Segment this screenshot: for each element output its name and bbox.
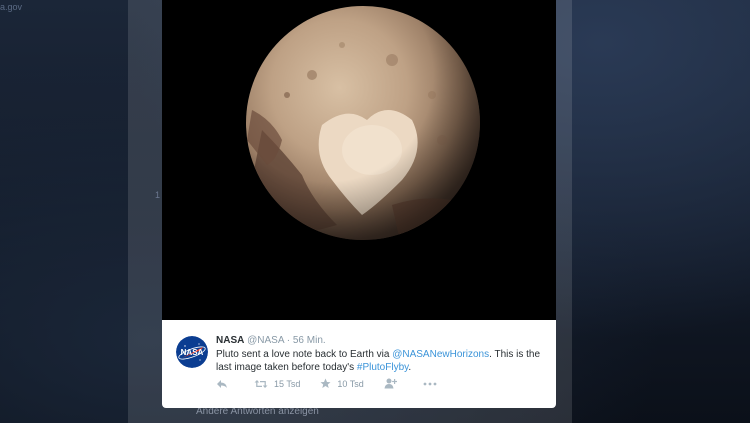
tweet-header: NASA @NASA · 56 Min. — [216, 334, 546, 347]
more-icon — [423, 382, 437, 385]
follow-button[interactable] — [384, 378, 403, 389]
author-handle[interactable]: @NASA — [247, 335, 284, 346]
tweet-media-modal: NASA NASA @NASA · 56 Min. Pluto sent a l… — [162, 0, 556, 408]
reply-icon — [217, 379, 227, 388]
retweet-count: 15 Tsd — [274, 378, 301, 389]
retweet-icon — [254, 379, 268, 388]
author-name[interactable]: NASA — [216, 335, 244, 346]
tweet-actions: 15 Tsd 10 Tsd — [216, 378, 463, 389]
retweet-button[interactable]: 15 Tsd — [254, 379, 300, 389]
favorite-count: 10 Tsd — [337, 378, 364, 389]
hashtag-link[interactable]: #PlutoFlyby — [357, 362, 409, 373]
mention-link[interactable]: @NASANewHorizons — [392, 349, 489, 360]
tweet: NASA NASA @NASA · 56 Min. Pluto sent a l… — [162, 320, 556, 408]
tweet-text-part: Pluto sent a love note back to Earth via — [216, 349, 393, 360]
tweet-content: NASA @NASA · 56 Min. Pluto sent a love n… — [216, 334, 546, 374]
favorite-button[interactable]: 10 Tsd — [320, 378, 364, 389]
meta-separator: · — [286, 335, 291, 346]
more-button[interactable] — [423, 382, 443, 386]
star-icon — [320, 378, 331, 388]
pluto-image — [162, 0, 556, 320]
background-url-text: a.gov — [0, 2, 23, 12]
nasa-avatar-label: NASA — [181, 348, 204, 357]
tweet-text: Pluto sent a love note back to Earth via… — [216, 348, 546, 374]
tweet-photo[interactable] — [162, 0, 556, 320]
nasa-avatar[interactable]: NASA — [176, 336, 208, 368]
tweet-text-part: . — [408, 362, 412, 373]
follow-icon — [384, 378, 397, 389]
tweet-timestamp[interactable]: 56 Min. — [293, 335, 326, 346]
reply-button[interactable] — [216, 379, 234, 389]
